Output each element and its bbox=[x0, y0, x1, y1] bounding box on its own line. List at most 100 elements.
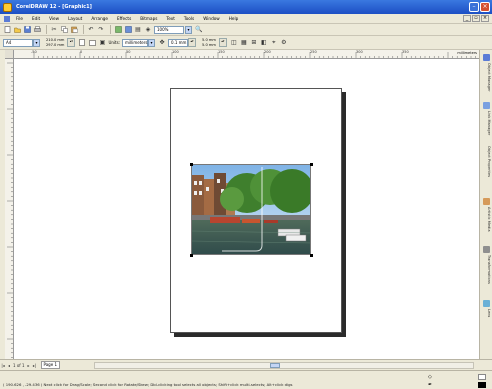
zoom-level-field[interactable]: 100% bbox=[154, 25, 184, 34]
ruler-ticks bbox=[33, 52, 476, 58]
doc-close-button[interactable]: × bbox=[481, 15, 489, 22]
snap-to-objects-icon[interactable]: ◧ bbox=[260, 39, 268, 47]
object-manager-icon[interactable] bbox=[483, 54, 490, 61]
last-page-button[interactable]: ▸| bbox=[32, 362, 38, 369]
landscape-icon[interactable] bbox=[88, 39, 96, 47]
new-icon[interactable] bbox=[3, 26, 11, 34]
paper-size-select[interactable]: A4 bbox=[3, 38, 33, 47]
copy-icon[interactable] bbox=[60, 26, 68, 34]
print-icon[interactable] bbox=[33, 26, 41, 34]
menu-window[interactable]: Window bbox=[203, 16, 220, 21]
outline-color-swatch[interactable] bbox=[478, 382, 486, 388]
import-icon[interactable] bbox=[114, 26, 122, 34]
units-label: Units: bbox=[108, 40, 121, 45]
selection-handle[interactable] bbox=[310, 163, 313, 166]
treat-as-filled-icon[interactable]: ◫ bbox=[230, 39, 238, 47]
property-bar: A4 ▾ 210.0 mm 297.0 mm ▴▾ ▣ Units: milli… bbox=[0, 36, 492, 50]
menu-help[interactable]: Help bbox=[229, 16, 239, 21]
dock-tab-object-properties[interactable]: Object Properties bbox=[482, 146, 491, 177]
dock-tab-object-manager[interactable]: Object Manager bbox=[482, 63, 491, 92]
page-counter: 1 of 1 bbox=[13, 362, 25, 368]
document-page[interactable] bbox=[170, 88, 342, 333]
menu-effects[interactable]: Effects bbox=[117, 16, 131, 21]
artistic-media-icon[interactable] bbox=[483, 198, 490, 205]
page-dimensions: 210.0 mm 297.0 mm bbox=[46, 38, 64, 47]
menu-edit[interactable]: Edit bbox=[32, 16, 40, 21]
horizontal-scroll-thumb[interactable] bbox=[270, 363, 280, 368]
link-manager-icon[interactable] bbox=[483, 102, 490, 109]
dock-tab-lens[interactable]: Lens bbox=[482, 309, 491, 317]
snap-to-guidelines-icon[interactable]: ⊞ bbox=[250, 39, 258, 47]
window-title: CorelDRAW 12 - [Graphic1] bbox=[16, 4, 92, 10]
canal-photo-image bbox=[192, 165, 310, 254]
application-launcher-icon[interactable]: ▤ bbox=[134, 26, 142, 34]
page-navigator: |◂ ◂ 1 of 1 ▸ ▸| Page 1 bbox=[0, 359, 492, 370]
selection-handle[interactable] bbox=[310, 254, 313, 257]
selection-handle[interactable] bbox=[190, 254, 193, 257]
lens-icon[interactable] bbox=[483, 300, 490, 307]
save-icon[interactable] bbox=[23, 26, 31, 34]
selection-handle[interactable] bbox=[190, 163, 193, 166]
fill-indicator-icon: ◇ bbox=[428, 374, 432, 380]
snap-to-grid-icon[interactable]: ▦ bbox=[240, 39, 248, 47]
status-bar: ( 190.626 , -29.436 ) Next click for Dra… bbox=[0, 370, 492, 389]
horizontal-scrollbar[interactable] bbox=[94, 362, 474, 369]
document-controls: _ ▫ × bbox=[463, 15, 489, 22]
canal-photo-bitmap[interactable] bbox=[191, 164, 311, 255]
page-height-field[interactable]: 297.0 mm bbox=[46, 43, 64, 48]
options-icon[interactable]: ⚙ bbox=[280, 39, 288, 47]
dock-tab-link-manager[interactable]: Link Manager bbox=[482, 111, 491, 135]
menu-tools[interactable]: Tools bbox=[184, 16, 194, 21]
close-button[interactable]: × bbox=[480, 2, 490, 12]
document-icon[interactable] bbox=[4, 15, 10, 22]
nudge-offset-field[interactable]: 0.1 mm bbox=[168, 38, 189, 47]
paper-size-dropdown-button[interactable]: ▾ bbox=[33, 38, 40, 47]
dock-tab-artistic-media[interactable]: Artistic Media bbox=[482, 207, 491, 232]
menu-text[interactable]: Text bbox=[166, 16, 174, 21]
redo-icon[interactable]: ↷ bbox=[97, 26, 105, 34]
menu-bitmaps[interactable]: Bitmaps bbox=[140, 16, 157, 21]
corel-online-icon[interactable]: ◈ bbox=[144, 26, 152, 34]
zoom-dropdown-button[interactable]: ▾ bbox=[185, 25, 192, 34]
page-tab[interactable]: Page 1 bbox=[40, 361, 60, 369]
dimension-spinner[interactable]: ▴▾ bbox=[67, 38, 76, 47]
duplicate-y-field[interactable]: 5.0 mm bbox=[202, 43, 216, 48]
outline-indicator-icon: ✒ bbox=[428, 382, 433, 388]
paste-icon[interactable] bbox=[70, 26, 78, 34]
menu-arrange[interactable]: Arrange bbox=[91, 16, 108, 21]
units-dropdown-button[interactable]: ▾ bbox=[148, 38, 156, 47]
minimize-button[interactable]: – bbox=[469, 2, 479, 12]
menu-bar: File Edit View Layout Arrange Effects Bi… bbox=[0, 14, 492, 24]
drawing-canvas[interactable] bbox=[14, 59, 479, 359]
nudge-icon: ✥ bbox=[159, 39, 165, 46]
vertical-ruler-ticks bbox=[7, 62, 13, 358]
title-bar: CorelDRAW 12 - [Graphic1] – × bbox=[0, 0, 492, 14]
duplicate-spinner[interactable]: ▴▾ bbox=[218, 38, 227, 47]
zoom-icon[interactable]: 🔍 bbox=[195, 26, 203, 34]
transformations-icon[interactable] bbox=[483, 246, 490, 253]
undo-icon[interactable]: ↶ bbox=[87, 26, 95, 34]
all-pages-icon[interactable]: ▣ bbox=[98, 39, 106, 47]
toolbar-separator bbox=[83, 25, 84, 34]
horizontal-ruler[interactable]: -50 0 50 100 150 200 250 300 350 millime… bbox=[14, 50, 479, 59]
dynamic-guides-icon[interactable]: ⌖ bbox=[270, 39, 278, 47]
docker-tabs: Object Manager Link Manager Object Prope… bbox=[479, 50, 492, 360]
window-controls: – × bbox=[469, 2, 490, 12]
menu-view[interactable]: View bbox=[49, 16, 59, 21]
doc-minimize-button[interactable]: _ bbox=[463, 15, 471, 22]
export-icon[interactable] bbox=[124, 26, 132, 34]
dock-tab-transformations[interactable]: Transformations bbox=[482, 255, 491, 284]
units-select[interactable]: millimeters bbox=[122, 38, 149, 47]
cut-icon[interactable]: ✂ bbox=[50, 26, 58, 34]
ruler-origin[interactable] bbox=[5, 50, 14, 59]
toolbar-separator bbox=[46, 25, 47, 34]
nudge-spinner[interactable]: ▴▾ bbox=[188, 38, 197, 47]
menu-layout[interactable]: Layout bbox=[68, 16, 82, 21]
menu-file[interactable]: File bbox=[16, 16, 23, 21]
doc-restore-button[interactable]: ▫ bbox=[472, 15, 480, 22]
status-message: ( 190.626 , -29.436 ) Next click for Dra… bbox=[3, 382, 293, 387]
open-icon[interactable] bbox=[13, 26, 21, 34]
portrait-icon[interactable] bbox=[78, 39, 86, 47]
fill-color-swatch[interactable] bbox=[478, 374, 486, 380]
vertical-ruler[interactable] bbox=[5, 59, 14, 359]
